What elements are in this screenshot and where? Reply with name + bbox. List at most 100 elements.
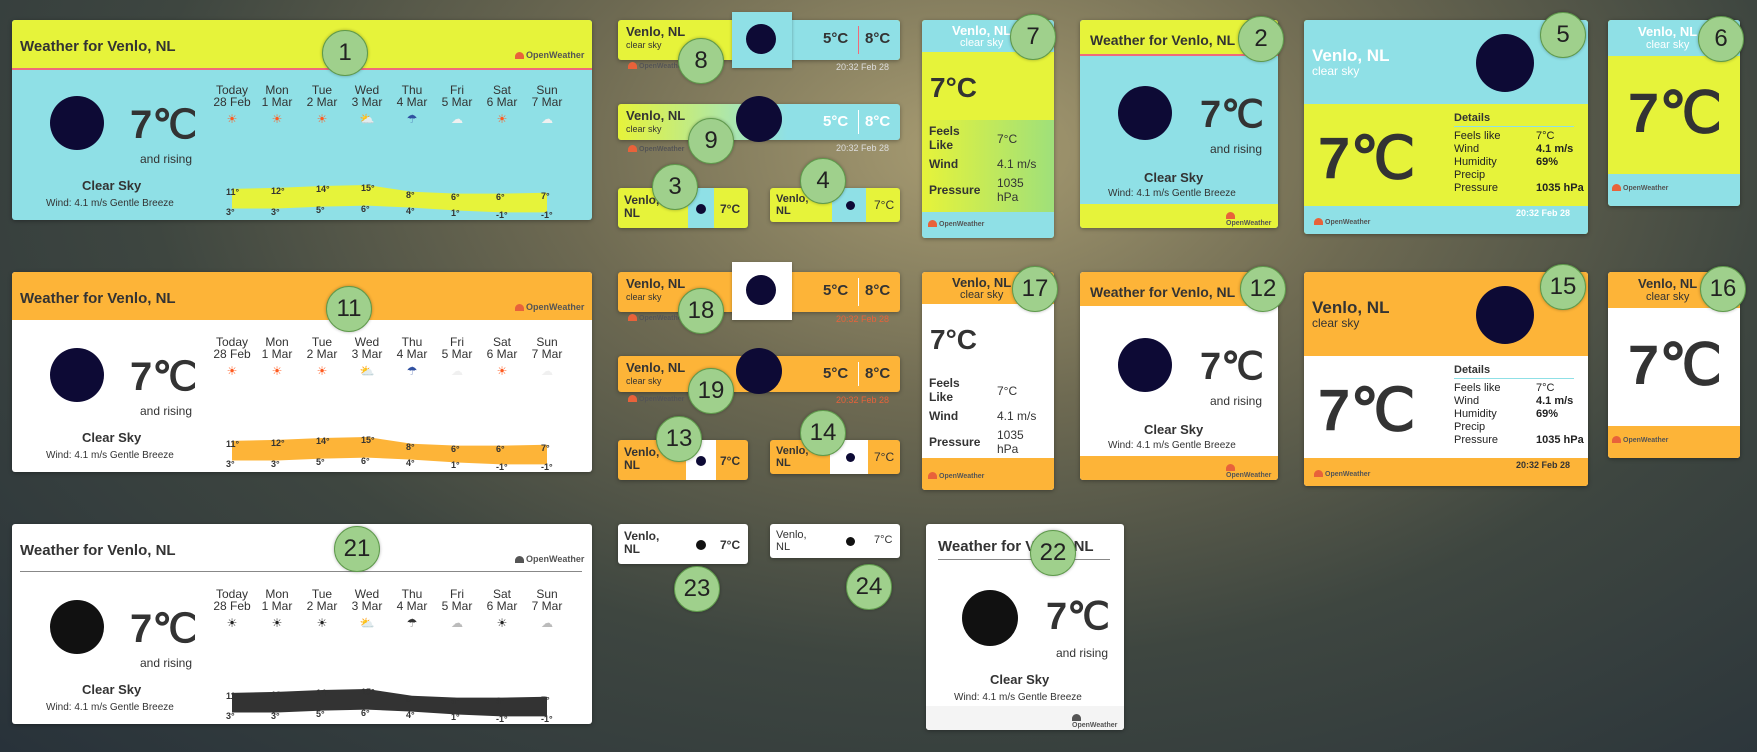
wind-label: Wind <box>1454 395 1480 407</box>
location-label: Venlo, NL <box>952 275 1012 290</box>
min-temp: 5°C <box>823 282 849 299</box>
clear-sky-icon <box>746 275 776 305</box>
pressure-label: Pressure <box>1454 434 1499 446</box>
timestamp: 20:32 Feb 28 <box>836 143 890 153</box>
pressure-value: 1035 hPa <box>997 428 1024 456</box>
widget-details-15: Venlo, NL clear sky 7℃ Details Feels lik… <box>1304 272 1588 486</box>
forecast-low: 1° <box>451 712 460 723</box>
clear-sky-icon <box>846 537 855 546</box>
trend-label: and rising <box>1210 142 1263 156</box>
forecast-high: 8° <box>406 693 415 704</box>
timestamp: 20:32 Feb 28 <box>836 395 890 405</box>
pressure-label: Pressure <box>929 435 981 449</box>
feels-like-value: 7°C <box>1536 382 1555 394</box>
trend-label: and rising <box>140 404 193 418</box>
pressure-value: 1035 hPa <box>1536 434 1584 446</box>
widget-title: Weather for Venlo, NL <box>20 542 176 559</box>
condition-label: clear sky <box>626 124 662 134</box>
location-label: Venlo, NL <box>1312 46 1390 65</box>
forecast-low: -1° <box>541 462 553 472</box>
location-label: Venlo, NL <box>626 276 686 291</box>
feels-like-label: Feels Like <box>929 376 960 404</box>
pressure-value: 1035 hPa <box>997 176 1024 204</box>
timestamp: 20:32 Feb 28 <box>1516 208 1571 218</box>
widget-forecast-large-white: Weather for Venlo, NL OpenWeather 7℃ and… <box>12 272 592 472</box>
forecast-low: 3° <box>226 458 235 469</box>
condition-label: Clear Sky <box>990 672 1050 687</box>
forecast-high: 12° <box>271 185 285 196</box>
wind-label: Wind: 4.1 m/s Gentle Breeze <box>46 198 174 209</box>
location-label: Venlo, NL <box>952 23 1012 38</box>
forecast-high: 12° <box>271 437 285 448</box>
wind-label: Wind: 4.1 m/s Gentle Breeze <box>46 702 174 713</box>
max-temp: 8°C <box>865 365 891 382</box>
current-temp: 7°C <box>720 454 741 468</box>
openweather-logo: OpenWeather <box>928 472 984 480</box>
badge-8: 8 <box>678 38 724 84</box>
condition-label: clear sky <box>626 40 662 50</box>
wind-value: 4.1 m/s <box>997 157 1037 171</box>
forecast-high: 8° <box>406 189 415 200</box>
current-temp: 7°C <box>874 534 893 546</box>
wind-label: Wind <box>1454 143 1480 155</box>
forecast-high: 6° <box>496 191 505 202</box>
badge-24: 24 <box>846 564 892 610</box>
max-temp: 8°C <box>865 113 891 130</box>
location-label: Venlo, NL <box>626 108 686 123</box>
forecast-low: 3° <box>226 710 235 721</box>
forecast-high: 6° <box>451 191 460 202</box>
current-temp: 7℃ <box>130 103 198 147</box>
openweather-logo: OpenWeather <box>628 395 684 403</box>
timestamp: 20:32 Feb 28 <box>836 314 890 324</box>
forecast-low: -1° <box>496 210 508 220</box>
timestamp: 20:32 Feb 28 <box>836 62 890 72</box>
openweather-logo: OpenWeather <box>928 220 984 228</box>
header-divider <box>938 559 1110 560</box>
feels-like-label: Feels Like <box>929 124 960 152</box>
forecast-low: 3° <box>226 206 235 217</box>
badge-4: 4 <box>800 158 846 204</box>
location-label: Venlo, NL <box>624 529 660 556</box>
wind-value: 4.1 m/s <box>1536 395 1574 407</box>
location-label: Venlo, NL <box>626 24 686 39</box>
badge-17: 17 <box>1012 266 1058 312</box>
current-temp: 7°C <box>874 198 895 212</box>
current-temp: 7°C <box>874 450 895 464</box>
timestamp: 20:32 Feb 28 <box>1516 460 1571 470</box>
trend-label: and rising <box>1210 394 1263 408</box>
forecast-low: 6° <box>361 455 370 466</box>
feels-like-value: 7°C <box>1536 130 1555 142</box>
current-temp: 7℃ <box>1318 378 1416 443</box>
condition-label: clear sky <box>1312 64 1360 78</box>
forecast-low: 4° <box>406 205 415 216</box>
current-temp: 7℃ <box>1046 596 1110 638</box>
clear-sky-icon <box>696 204 706 214</box>
location-label: Venlo, NL <box>776 529 807 553</box>
clear-sky-icon <box>846 201 855 210</box>
badge-3: 3 <box>652 164 698 210</box>
badge-15: 15 <box>1540 264 1586 310</box>
widget-forecast-large-cyan: Weather for Venlo, NL OpenWeather 7℃ and… <box>12 20 592 220</box>
badge-11: 11 <box>326 286 372 332</box>
forecast-low: 3° <box>271 458 280 469</box>
divider <box>858 110 859 134</box>
details-label: Details <box>1454 364 1491 376</box>
feels-like-label: Feels like <box>1454 130 1501 142</box>
condition-label: clear sky <box>960 289 1004 301</box>
condition-label: Clear Sky <box>82 682 142 697</box>
forecast-high: 7° <box>541 190 550 201</box>
condition-label: Clear Sky <box>1144 422 1204 437</box>
badge-22: 22 <box>1030 530 1076 576</box>
forecast-strip: Today 28 Feb ☀ Mon 1 Mar ☀ Tue 2 Mar ☀ Wed 3 Mar ⛅ T… <box>212 336 592 472</box>
condition-label: clear sky <box>960 37 1004 49</box>
humidity-label: Humidity <box>1454 156 1497 168</box>
badge-23: 23 <box>674 566 720 612</box>
forecast-high: 7° <box>541 442 550 453</box>
temperature-band <box>232 185 547 213</box>
forecast-strip: Today 28 Feb ☀ Mon 1 Mar ☀ Tue 2 Mar ☀ Wed 3 Mar ⛅ T… <box>212 84 592 220</box>
clear-sky-icon <box>696 540 706 550</box>
forecast-low: 6° <box>361 203 370 214</box>
feels-like-label: Feels like <box>1454 382 1501 394</box>
humidity-value: 69% <box>1536 408 1559 420</box>
forecast-high: 11° <box>226 690 240 701</box>
